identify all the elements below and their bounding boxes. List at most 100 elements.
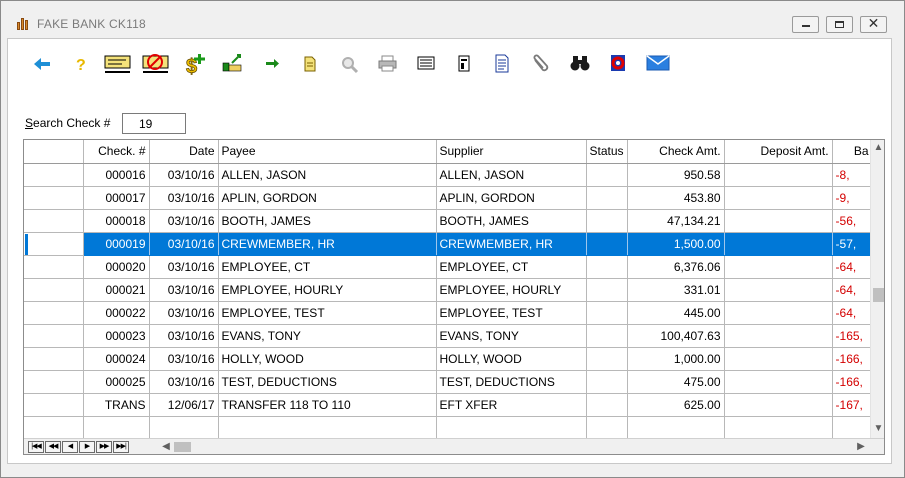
cell-balance[interactable]: -8, <box>832 163 873 187</box>
row-indicator[interactable] <box>24 278 84 302</box>
back-button[interactable] <box>26 51 58 81</box>
cell-status[interactable] <box>586 255 628 279</box>
cell-payee[interactable] <box>218 416 437 440</box>
void-check-button[interactable] <box>140 51 172 81</box>
cell-status[interactable] <box>586 278 628 302</box>
forward-button[interactable] <box>256 51 288 81</box>
table-row[interactable]: 000024 03/10/16 HOLLY, WOOD HOLLY, WOOD 1,00… <box>24 347 873 371</box>
cell-supplier[interactable]: EMPLOYEE, TEST <box>436 301 587 325</box>
cell-supplier[interactable]: HOLLY, WOOD <box>436 347 587 371</box>
cell-check-number[interactable] <box>83 416 150 440</box>
previous-record-button[interactable]: ◀ <box>62 441 78 453</box>
cell-status[interactable] <box>586 301 628 325</box>
cell-deposit-amount[interactable] <box>724 255 833 279</box>
scroll-right-icon[interactable]: ▶ <box>855 439 867 454</box>
cell-balance[interactable]: -165, <box>832 324 873 348</box>
cell-supplier[interactable]: CREWMEMBER, HR <box>436 232 587 256</box>
column-header-payee[interactable]: Payee <box>218 140 437 164</box>
scroll-down-icon[interactable]: ▼ <box>871 423 884 438</box>
cell-status[interactable] <box>586 209 628 233</box>
cell-status[interactable] <box>586 393 628 417</box>
cell-date[interactable]: 03/10/16 <box>149 255 219 279</box>
cell-status[interactable] <box>586 324 628 348</box>
previous-page-button[interactable]: ◀◀ <box>45 441 61 453</box>
column-header-status[interactable]: Status <box>586 140 628 164</box>
cell-check-amount[interactable]: 331.01 <box>627 278 725 302</box>
email-button[interactable] <box>642 51 674 81</box>
cell-check-amount[interactable]: 100,407.63 <box>627 324 725 348</box>
cell-balance[interactable] <box>832 416 873 440</box>
help-button[interactable]: ? <box>64 51 96 81</box>
row-indicator[interactable] <box>24 416 84 440</box>
cell-status[interactable] <box>586 232 628 256</box>
cell-balance[interactable]: -166, <box>832 370 873 394</box>
cell-date[interactable]: 03/10/16 <box>149 186 219 210</box>
cell-balance[interactable]: -64, <box>832 301 873 325</box>
column-header-check-amount[interactable]: Check Amt. <box>627 140 725 164</box>
cell-supplier[interactable]: EFT XFER <box>436 393 587 417</box>
cell-payee[interactable]: EVANS, TONY <box>218 324 437 348</box>
cell-supplier[interactable] <box>436 416 587 440</box>
cell-date[interactable]: 03/10/16 <box>149 232 219 256</box>
cell-check-amount[interactable] <box>627 416 725 440</box>
cell-deposit-amount[interactable] <box>724 393 833 417</box>
cell-deposit-amount[interactable] <box>724 416 833 440</box>
refresh-button[interactable] <box>602 51 634 81</box>
cell-check-number[interactable]: 000016 <box>83 163 150 187</box>
cell-deposit-amount[interactable] <box>724 278 833 302</box>
next-page-button[interactable]: ▶▶ <box>96 441 112 453</box>
cell-balance[interactable]: -57, <box>832 232 873 256</box>
cell-check-amount[interactable]: 625.00 <box>627 393 725 417</box>
cell-date[interactable]: 03/10/16 <box>149 163 219 187</box>
table-row[interactable]: 000016 03/10/16 ALLEN, JASON ALLEN, JASON 95… <box>24 163 873 187</box>
cell-payee[interactable]: BOOTH, JAMES <box>218 209 437 233</box>
deposit-button[interactable] <box>218 51 250 81</box>
row-indicator[interactable] <box>24 232 84 256</box>
table-row[interactable]: 000025 03/10/16 TEST, DEDUCTIONS TEST, DEDU… <box>24 370 873 394</box>
cell-check-number[interactable]: 000018 <box>83 209 150 233</box>
cell-payee[interactable]: TRANSFER 118 TO 110 <box>218 393 437 417</box>
cell-balance[interactable]: -56, <box>832 209 873 233</box>
cell-payee[interactable]: EMPLOYEE, CT <box>218 255 437 279</box>
scroll-left-icon[interactable]: ◀ <box>160 439 172 454</box>
cell-payee[interactable]: HOLLY, WOOD <box>218 347 437 371</box>
cell-check-number[interactable]: 000024 <box>83 347 150 371</box>
cell-payee[interactable]: TEST, DEDUCTIONS <box>218 370 437 394</box>
first-record-button[interactable]: |◀◀ <box>28 441 44 453</box>
row-indicator[interactable] <box>24 370 84 394</box>
cell-payee[interactable]: APLIN, GORDON <box>218 186 437 210</box>
cell-date[interactable]: 03/10/16 <box>149 324 219 348</box>
cell-deposit-amount[interactable] <box>724 370 833 394</box>
cell-check-number[interactable]: 000023 <box>83 324 150 348</box>
cell-check-number[interactable]: 000025 <box>83 370 150 394</box>
cell-deposit-amount[interactable] <box>724 347 833 371</box>
cell-status[interactable] <box>586 416 628 440</box>
row-indicator[interactable] <box>24 324 84 348</box>
cell-supplier[interactable]: ALLEN, JASON <box>436 163 587 187</box>
row-indicator[interactable] <box>24 163 84 187</box>
cell-check-number[interactable]: 000017 <box>83 186 150 210</box>
cell-deposit-amount[interactable] <box>724 209 833 233</box>
cell-deposit-amount[interactable] <box>724 301 833 325</box>
cell-date[interactable] <box>149 416 219 440</box>
cell-status[interactable] <box>586 186 628 210</box>
cell-check-number[interactable]: 000020 <box>83 255 150 279</box>
cell-check-amount[interactable]: 6,376.06 <box>627 255 725 279</box>
cell-date[interactable]: 03/10/16 <box>149 209 219 233</box>
row-indicator[interactable] <box>24 255 84 279</box>
last-record-button[interactable]: ▶▶| <box>113 441 129 453</box>
cell-status[interactable] <box>586 347 628 371</box>
cell-balance[interactable]: -167, <box>832 393 873 417</box>
maximize-button[interactable] <box>826 16 853 33</box>
cell-check-amount[interactable]: 950.58 <box>627 163 725 187</box>
column-header-check-number[interactable]: Check. # <box>83 140 150 164</box>
table-row[interactable]: 000020 03/10/16 EMPLOYEE, CT EMPLOYEE, CT 6,… <box>24 255 873 279</box>
search-button[interactable] <box>334 51 366 81</box>
cell-deposit-amount[interactable] <box>724 186 833 210</box>
cell-supplier[interactable]: EVANS, TONY <box>436 324 587 348</box>
row-indicator[interactable] <box>24 209 84 233</box>
vertical-scrollbar[interactable]: ▲ ▼ <box>870 140 884 438</box>
next-record-button[interactable]: ▶ <box>79 441 95 453</box>
cell-balance[interactable]: -64, <box>832 278 873 302</box>
close-button[interactable]: ✕ <box>860 15 887 33</box>
